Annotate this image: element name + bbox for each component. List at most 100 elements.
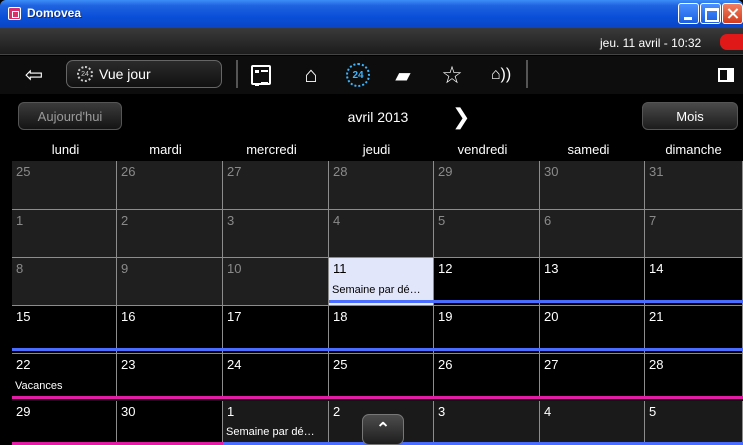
day-cell[interactable]: 24: [223, 354, 329, 399]
maximize-button[interactable]: [700, 3, 721, 24]
today-button[interactable]: Aujourd'hui: [18, 102, 122, 130]
day-number: 13: [544, 261, 559, 276]
weekday-label: lundi: [51, 142, 80, 157]
day-number: 7: [649, 213, 657, 228]
home-icon[interactable]: ⌂: [298, 62, 324, 88]
day-cell[interactable]: 19: [434, 306, 540, 354]
day-cell[interactable]: 5: [645, 401, 743, 445]
day-cell[interactable]: 26: [117, 161, 223, 210]
status-bar: jeu. 11 avril - 10:32: [0, 28, 743, 55]
alert-indicator[interactable]: [720, 34, 743, 50]
day-cell[interactable]: 29: [12, 401, 117, 445]
day-cell[interactable]: 14: [645, 258, 743, 306]
toolbar: ⇦ 24 Vue jour ⌂ 24 ▰ ☆ ⌂)): [0, 56, 743, 94]
day-cell[interactable]: 22 Vacances: [12, 354, 117, 399]
weekday-label: mercredi: [246, 142, 297, 157]
view-selector-label: Vue jour: [99, 66, 151, 82]
month-mode-button[interactable]: Mois: [642, 102, 738, 130]
view-selector[interactable]: 24 Vue jour: [66, 60, 222, 88]
day-cell[interactable]: 29: [434, 161, 540, 210]
exit-door-icon[interactable]: [716, 62, 736, 88]
day-cell[interactable]: 15: [12, 306, 117, 354]
day-cell[interactable]: 7: [645, 210, 743, 258]
favorites-star-icon[interactable]: ☆: [438, 62, 466, 89]
day-number: 3: [438, 404, 446, 419]
day-cell[interactable]: 21: [645, 306, 743, 354]
day-cell-today[interactable]: 11 Semaine par dé…: [329, 258, 434, 306]
day-number: 12: [438, 261, 453, 276]
day-cell[interactable]: 1 Semaine par dé…: [223, 401, 329, 445]
day-number: 21: [649, 309, 664, 324]
day-cell[interactable]: 3: [434, 401, 540, 445]
weekday-label: mardi: [149, 142, 182, 157]
day-number: 20: [544, 309, 559, 324]
event-label[interactable]: Vacances: [15, 380, 63, 392]
day-number: 23: [121, 357, 136, 372]
calendar-grid: 25 26 27 28 29 30 31 1 2 3 4 5 6 7 8 9 1…: [12, 161, 743, 445]
day-cell[interactable]: 28: [329, 161, 434, 210]
day-cell[interactable]: 12: [434, 258, 540, 306]
day-number: 28: [649, 357, 664, 372]
day-cell[interactable]: 20: [540, 306, 645, 354]
day-cell[interactable]: 27: [540, 354, 645, 399]
day-cell[interactable]: 16: [117, 306, 223, 354]
camera-icon[interactable]: ▰: [388, 62, 418, 88]
day-number: 27: [544, 357, 559, 372]
day-cell[interactable]: 8: [12, 258, 117, 306]
day-cell[interactable]: 27: [223, 161, 329, 210]
day-number: 8: [16, 261, 24, 276]
weekday-label: dimanche: [665, 142, 722, 157]
day-cell[interactable]: 3: [223, 210, 329, 258]
day-cell[interactable]: 25: [329, 354, 434, 399]
event-bar-blue[interactable]: [329, 300, 743, 303]
day-number: 10: [227, 261, 242, 276]
day-cell[interactable]: 10: [223, 258, 329, 306]
day-cell[interactable]: 6: [540, 210, 645, 258]
close-window-button[interactable]: [722, 3, 743, 24]
month-navigation: Aujourd'hui avril 2013 ❯ Mois: [0, 100, 743, 134]
day-cell[interactable]: 28: [645, 354, 743, 399]
day-number: 25: [16, 164, 31, 179]
next-month-button[interactable]: ❯: [452, 104, 470, 130]
month-label: avril 2013: [347, 109, 409, 125]
day-number: 11: [333, 261, 347, 276]
day-cell[interactable]: 31: [645, 161, 743, 210]
weekday-label: vendredi: [457, 142, 508, 157]
event-bar-blue[interactable]: [12, 348, 743, 351]
day-number: 3: [227, 213, 235, 228]
day-cell[interactable]: 30: [540, 161, 645, 210]
day-number: 30: [544, 164, 559, 179]
day-cell[interactable]: 13: [540, 258, 645, 306]
day-cell[interactable]: 23: [117, 354, 223, 399]
day-number: 16: [121, 309, 136, 324]
day-cell[interactable]: 18: [329, 306, 434, 354]
day-cell[interactable]: 4: [329, 210, 434, 258]
event-label[interactable]: Semaine par dé…: [332, 284, 432, 296]
day-number: 4: [333, 213, 341, 228]
list-icon[interactable]: [250, 62, 272, 88]
day-cell[interactable]: 9: [117, 258, 223, 306]
day-number: 4: [544, 404, 552, 419]
day-number: 27: [227, 164, 242, 179]
window-title-bar[interactable]: Domovea: [0, 0, 743, 28]
day-cell[interactable]: 1: [12, 210, 117, 258]
day-cell[interactable]: 2: [117, 210, 223, 258]
day-cell[interactable]: 26: [434, 354, 540, 399]
day-number: 25: [333, 357, 348, 372]
24h-icon[interactable]: 24: [344, 62, 372, 88]
minimize-button[interactable]: [678, 3, 699, 24]
day-cell[interactable]: 30: [117, 401, 223, 445]
day-cell[interactable]: 4: [540, 401, 645, 445]
day-cell[interactable]: 5: [434, 210, 540, 258]
alarm-icon[interactable]: ⌂)): [484, 62, 518, 88]
event-bar-magenta[interactable]: [12, 396, 743, 399]
day-view-icon: 24: [77, 66, 93, 82]
day-number: 22: [16, 357, 31, 372]
day-number: 29: [16, 404, 31, 419]
scroll-up-button[interactable]: ⌃: [362, 414, 404, 445]
event-label[interactable]: Semaine par dé…: [226, 426, 326, 438]
datetime-label: jeu. 11 avril - 10:32: [600, 36, 702, 50]
day-cell[interactable]: 25: [12, 161, 117, 210]
day-cell[interactable]: 17: [223, 306, 329, 354]
back-arrow-icon[interactable]: ⇦: [22, 62, 46, 88]
